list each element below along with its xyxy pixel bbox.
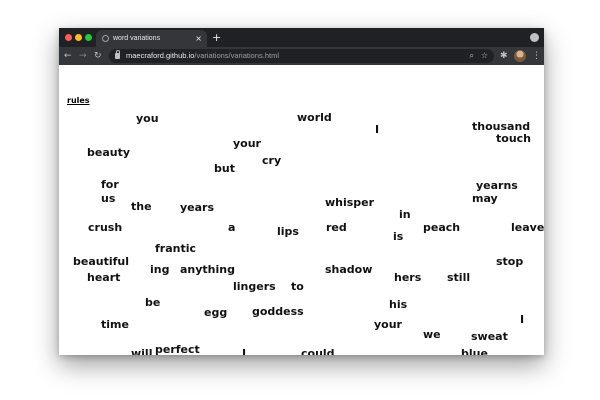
word[interactable]: cry	[262, 154, 281, 167]
word[interactable]: is	[393, 230, 403, 243]
word[interactable]: world	[297, 111, 332, 124]
avatar[interactable]	[514, 50, 526, 62]
word[interactable]: time	[101, 318, 129, 331]
new-tab-button[interactable]: +	[212, 31, 221, 44]
word[interactable]: for	[101, 178, 119, 191]
word[interactable]: heart	[87, 271, 120, 284]
tab-word-variations[interactable]: word variations ×	[96, 30, 207, 47]
url-path: /variations/variations.html	[194, 51, 279, 60]
address-bar[interactable]: maecraford.github.io/variations/variatio…	[109, 49, 494, 63]
word[interactable]: but	[214, 162, 235, 175]
word[interactable]: to	[291, 280, 304, 293]
word[interactable]: blue	[461, 347, 488, 355]
url-text[interactable]: maecraford.github.io/variations/variatio…	[126, 50, 279, 62]
lock-icon[interactable]	[115, 50, 120, 59]
word[interactable]: egg	[204, 306, 227, 319]
word[interactable]: will	[131, 347, 152, 355]
word[interactable]: I	[520, 313, 524, 326]
url-host: maecraford.github.io	[126, 51, 195, 60]
word[interactable]: you	[136, 112, 159, 125]
close-tab-icon[interactable]: ×	[195, 33, 202, 44]
rules-link[interactable]: rules	[67, 96, 90, 106]
word[interactable]: leave	[511, 221, 544, 234]
word[interactable]: yearns	[476, 179, 518, 192]
word[interactable]: ing	[150, 263, 169, 276]
maximize-window-button[interactable]	[85, 34, 92, 41]
word[interactable]: whisper	[325, 196, 374, 209]
browser-window: word variations × + ← → ↻ maecraford.git…	[59, 28, 544, 355]
word[interactable]: bird	[81, 354, 106, 355]
word[interactable]: red	[326, 221, 347, 234]
word[interactable]: your	[233, 137, 261, 150]
word[interactable]: shadow	[325, 263, 372, 276]
word[interactable]: us	[101, 192, 115, 205]
word[interactable]: perfect	[155, 343, 200, 355]
close-window-button[interactable]	[65, 34, 72, 41]
word[interactable]: years	[180, 201, 214, 214]
word[interactable]: goddess	[252, 305, 304, 318]
profile-icon[interactable]	[530, 33, 539, 42]
word[interactable]: touch	[496, 132, 531, 145]
word[interactable]: in	[399, 208, 411, 221]
word[interactable]: your	[374, 318, 402, 331]
forward-arrow-icon[interactable]: →	[79, 50, 87, 62]
browser-toolbar: ← → ↻ maecraford.github.io/variations/va…	[59, 47, 544, 65]
word[interactable]: may	[472, 192, 498, 205]
back-arrow-icon[interactable]: ←	[64, 50, 72, 62]
word[interactable]: lingers	[233, 280, 276, 293]
word[interactable]: still	[447, 271, 470, 284]
globe-icon	[102, 35, 109, 42]
word[interactable]: we	[423, 328, 441, 341]
word[interactable]: I	[375, 123, 379, 136]
minimize-window-button[interactable]	[75, 34, 82, 41]
word[interactable]: could	[301, 347, 335, 355]
word[interactable]: stop	[496, 255, 523, 268]
word[interactable]: hers	[394, 271, 421, 284]
word[interactable]: sweat	[471, 330, 508, 343]
word[interactable]: be	[145, 296, 160, 309]
word[interactable]: crush	[88, 221, 122, 234]
zoom-icon[interactable]: ⌕	[470, 50, 474, 62]
bookmark-star-icon[interactable]: ☆	[481, 50, 488, 62]
word[interactable]: I	[242, 347, 246, 355]
tab-title: word variations	[113, 35, 161, 42]
word[interactable]: beautiful	[73, 255, 129, 268]
word[interactable]: his	[389, 298, 407, 311]
page-content: rules you world I thousand touch your be…	[59, 65, 544, 355]
tab-bar: word variations × +	[59, 28, 544, 47]
word[interactable]: lips	[277, 225, 299, 238]
word[interactable]: beauty	[87, 146, 130, 159]
extensions-puzzle-icon[interactable]: ✱	[500, 50, 508, 62]
word[interactable]: a	[228, 221, 235, 234]
word[interactable]: anything	[180, 263, 235, 276]
word[interactable]: frantic	[155, 242, 196, 255]
word[interactable]: the	[131, 200, 152, 213]
word[interactable]: peach	[423, 221, 460, 234]
reload-icon[interactable]: ↻	[94, 50, 102, 62]
kebab-menu-icon[interactable]: ⋮	[532, 50, 541, 62]
